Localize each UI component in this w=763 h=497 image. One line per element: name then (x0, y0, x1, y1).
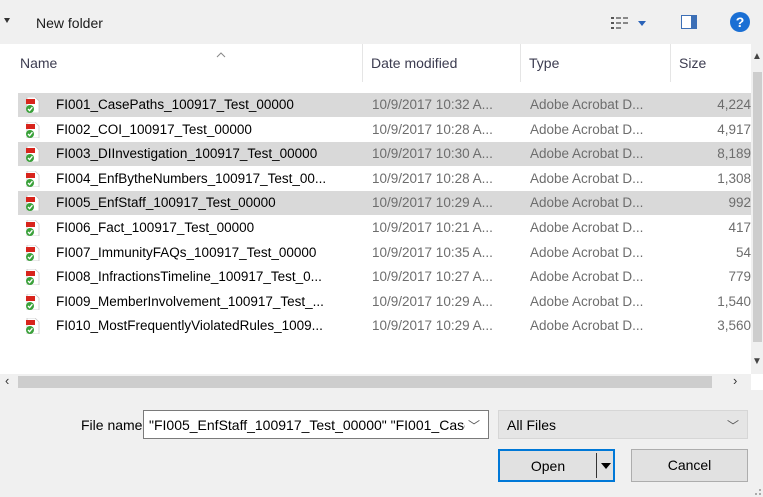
file-type-cell: Adobe Acrobat D... (530, 121, 644, 137)
file-size-cell: 417 (728, 220, 751, 235)
file-list: Name Date modified Type Size FI001_CaseP… (0, 44, 763, 390)
new-folder-button[interactable]: New folder (36, 15, 103, 31)
pdf-file-icon (26, 170, 40, 187)
file-row[interactable]: FI005_EnfStaff_100917_Test_00000 10/9/201… (18, 191, 751, 216)
file-name-value: "FI005_EnfStaff_100917_Test_00000" "FI00… (149, 417, 465, 433)
file-name-cell: FI007_ImmunityFAQs_100917_Test_00000 (56, 244, 317, 260)
view-options-dropdown-icon[interactable] (638, 21, 646, 26)
file-row[interactable]: FI001_CasePaths_100917_Test_00000 10/9/20… (18, 93, 751, 117)
help-icon[interactable]: ? (730, 12, 750, 32)
file-row[interactable]: FI002_COI_100917_Test_00000 10/9/2017 10:… (18, 118, 751, 142)
file-type-dropdown-icon[interactable]: ﹀ (727, 417, 739, 434)
scroll-right-icon[interactable]: › (733, 373, 737, 388)
file-row[interactable]: FI008_InfractionsTimeline_100917_Test_0.… (18, 265, 751, 289)
file-row[interactable]: FI004_EnfBytheNumbers_100917_Test_00... 1… (18, 167, 751, 191)
file-date-cell: 10/9/2017 10:28 A... (372, 170, 493, 186)
view-options-icon[interactable] (611, 17, 629, 29)
file-size-cell: 4,224 (717, 97, 751, 112)
open-options-dropdown-icon[interactable] (601, 463, 611, 469)
file-name-cell: FI010_MostFrequentlyViolatedRules_1009..… (56, 318, 323, 334)
column-header-size-label: Size (679, 55, 707, 71)
column-header-name[interactable]: Name (0, 44, 362, 82)
file-name-cell: FI003_DIInvestigation_100917_Test_00000 (56, 146, 318, 162)
file-row[interactable]: FI009_MemberInvolvement_100917_Test_... 1… (18, 290, 751, 314)
file-size-cell: 8,189 (717, 146, 751, 162)
file-name-cell: FI008_InfractionsTimeline_100917_Test_0.… (56, 269, 322, 285)
resize-grip-icon[interactable] (751, 485, 761, 495)
file-date-cell: 10/9/2017 10:35 A... (372, 244, 493, 260)
file-type-cell: Adobe Acrobat D... (530, 97, 644, 112)
file-date-cell: 10/9/2017 10:30 A... (372, 146, 493, 162)
column-header-date[interactable]: Date modified (362, 44, 520, 82)
file-row[interactable]: FI003_DIInvestigation_100917_Test_00000 1… (18, 142, 751, 167)
preview-pane-icon[interactable] (681, 15, 697, 29)
toolbar: New folder ? (0, 0, 763, 44)
file-name-cell: FI005_EnfStaff_100917_Test_00000 (56, 195, 276, 211)
file-name-dropdown-icon[interactable]: ﹀ (468, 417, 480, 434)
file-type-cell: Adobe Acrobat D... (530, 220, 644, 235)
pdf-file-icon (26, 97, 40, 113)
file-type-cell: Adobe Acrobat D... (530, 269, 644, 285)
file-type-filter[interactable]: All Files ﹀ (498, 410, 748, 439)
pdf-file-icon (26, 244, 40, 261)
scroll-down-icon[interactable]: ▼ (752, 356, 762, 367)
file-type-cell: Adobe Acrobat D... (530, 170, 644, 186)
open-button[interactable]: Open (498, 449, 615, 482)
scroll-up-icon[interactable]: ▲ (752, 51, 762, 62)
pdf-file-icon (26, 195, 40, 212)
file-type-cell: Adobe Acrobat D... (530, 244, 644, 260)
open-button-divider (596, 453, 597, 478)
column-header-name-label: Name (20, 55, 58, 71)
file-date-cell: 10/9/2017 10:29 A... (372, 293, 493, 309)
column-header-row: Name Date modified Type Size (0, 44, 751, 82)
column-header-type[interactable]: Type (520, 44, 670, 82)
file-date-cell: 10/9/2017 10:29 A... (372, 318, 493, 334)
pdf-file-icon (26, 318, 40, 335)
pdf-file-icon (26, 220, 40, 236)
file-size-cell: 1,308 (717, 170, 751, 186)
pdf-file-icon (26, 293, 40, 310)
horizontal-scrollbar-thumb[interactable] (18, 376, 712, 388)
file-type-filter-value: All Files (507, 417, 557, 433)
file-date-cell: 10/9/2017 10:28 A... (372, 121, 493, 137)
file-size-cell: 4,917 (717, 121, 751, 137)
column-header-type-label: Type (529, 55, 560, 71)
file-name-cell: FI001_CasePaths_100917_Test_00000 (56, 97, 294, 112)
file-date-cell: 10/9/2017 10:32 A... (372, 97, 493, 112)
file-type-cell: Adobe Acrobat D... (530, 195, 644, 211)
file-name-cell: FI006_Fact_100917_Test_00000 (56, 220, 255, 235)
file-name-input[interactable]: "FI005_EnfStaff_100917_Test_00000" "FI00… (143, 410, 489, 439)
file-type-cell: Adobe Acrobat D... (530, 293, 644, 309)
file-name-cell: FI009_MemberInvolvement_100917_Test_... (56, 293, 324, 309)
file-size-cell: 992 (728, 195, 751, 211)
pdf-file-icon (26, 269, 40, 286)
file-name-cell: FI004_EnfBytheNumbers_100917_Test_00... (56, 170, 327, 186)
vertical-scrollbar-thumb[interactable] (753, 72, 762, 342)
file-date-cell: 10/9/2017 10:29 A... (372, 195, 493, 211)
file-size-cell: 1,540 (717, 293, 751, 309)
file-row[interactable]: FI007_ImmunityFAQs_100917_Test_00000 10/9… (18, 241, 751, 265)
column-header-date-label: Date modified (371, 55, 458, 71)
file-row[interactable]: FI010_MostFrequentlyViolatedRules_1009..… (18, 314, 751, 338)
file-size-cell: 54 (735, 244, 751, 260)
file-size-cell: 3,560 (717, 318, 751, 334)
file-type-cell: Adobe Acrobat D... (530, 146, 644, 162)
file-date-cell: 10/9/2017 10:27 A... (372, 269, 493, 285)
file-row[interactable]: FI006_Fact_100917_Test_00000 10/9/2017 10… (18, 216, 751, 240)
file-type-cell: Adobe Acrobat D... (530, 318, 644, 334)
scroll-left-icon[interactable]: ‹ (5, 373, 9, 388)
pdf-file-icon (26, 146, 40, 163)
file-name-cell: FI002_COI_100917_Test_00000 (56, 121, 252, 137)
sort-ascending-icon (216, 52, 226, 58)
organize-dropdown-arrow-icon[interactable] (4, 18, 10, 23)
open-button-label: Open (530, 458, 566, 474)
file-name-label: File name: (81, 417, 147, 433)
file-date-cell: 10/9/2017 10:21 A... (372, 220, 493, 235)
file-size-cell: 779 (728, 269, 751, 285)
column-header-size[interactable]: Size (670, 44, 751, 82)
pdf-file-icon (26, 121, 40, 138)
cancel-button[interactable]: Cancel (631, 449, 748, 482)
